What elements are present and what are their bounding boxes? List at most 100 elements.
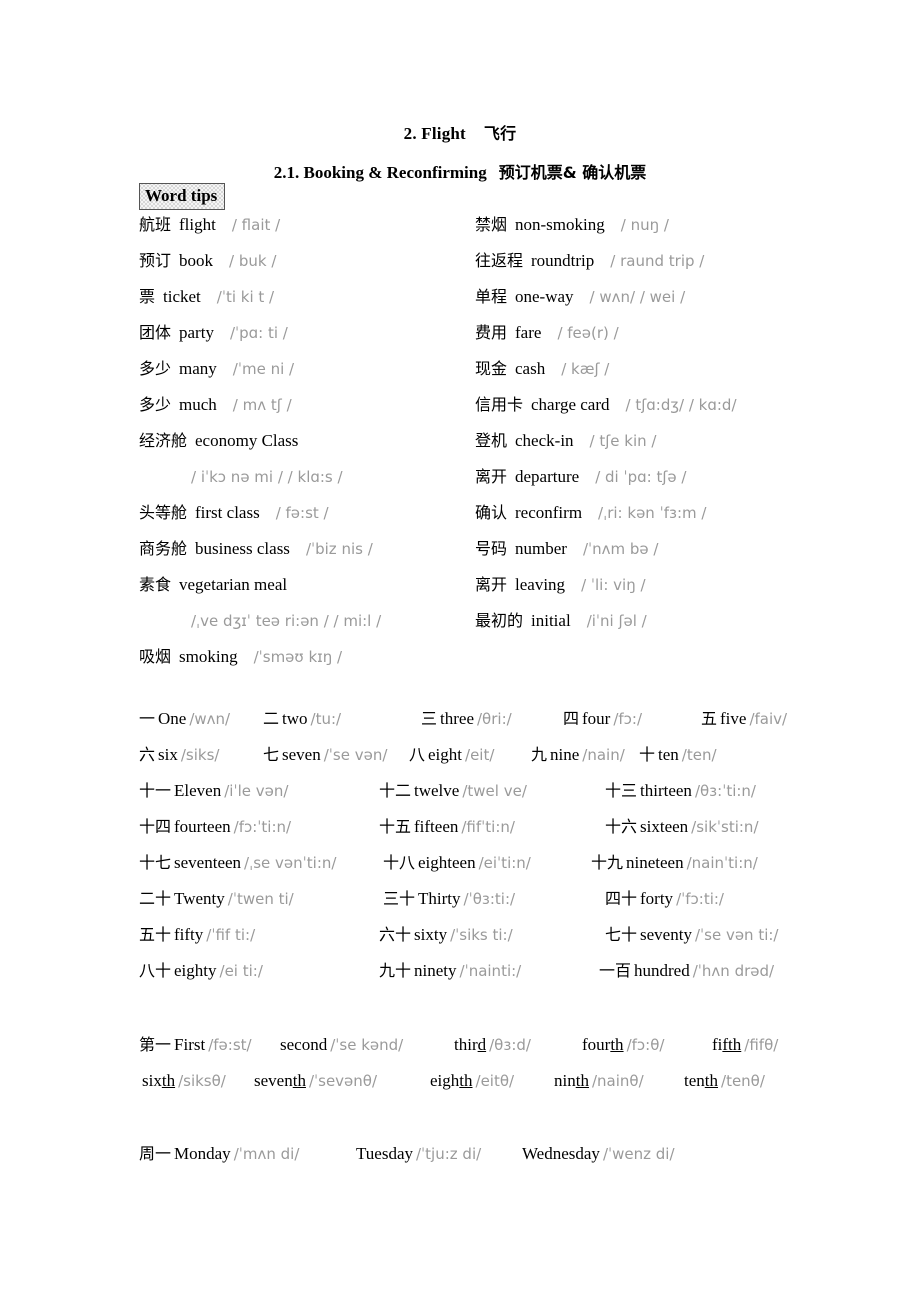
number-entry: 四 four/fɔ:/ [563, 706, 642, 733]
section-subtitle-en: 2.1. Booking & Reconfirming [273, 163, 487, 182]
number-phonetic: /ˈse vən ti:/ [694, 926, 779, 944]
ordinal-term-en: four [582, 1035, 611, 1054]
vocab-row: 商务舱 business class/ˈbiz nis / 号码 number/ˈnʌ… [139, 536, 839, 572]
page-title-en: 2. Flight [403, 124, 466, 143]
vocab-term-en: reconfirm [515, 503, 583, 522]
number-entry: 七 seven/ˈse vən/ [263, 742, 387, 769]
number-entry: 八十 eighty/ei ti:/ [139, 958, 263, 985]
number-term-en: five [720, 709, 747, 728]
section-subtitle-cn: 预订机票& 确认机票 [498, 163, 647, 182]
vocab-row: /ˌve dʒɪˈ teə ri:ən / / mi:l / 最初的 initial… [139, 608, 839, 644]
ordinal-entry: fifth/fifθ/ [709, 1032, 778, 1059]
vocab-term-cn: 号码 [475, 539, 508, 558]
vocab-term-cn: 团体 [139, 323, 172, 342]
number-phonetic: /θri:/ [477, 710, 512, 728]
vocab-term-en: check-in [515, 431, 574, 450]
vocab-row: 头等舱 first class / fə:st / 确认 reconfirm/ˌri: … [139, 500, 839, 536]
vocab-term-cn: 登机 [475, 431, 508, 450]
number-entry: 三十 Thirty/ˈθɜ:ti:/ [383, 886, 515, 913]
ordinal-entry: tenth/tenθ/ [681, 1068, 765, 1095]
number-phonetic: /faiv/ [749, 710, 788, 728]
vocab-term-cn: 信用卡 [475, 395, 524, 414]
vocab-phonetic: / iˈkɔ nə mi / / klɑ:s / [191, 468, 343, 486]
vocab-term-cn: 往返程 [475, 251, 524, 270]
number-term-cn: 八十 [139, 961, 172, 980]
vocab-term-en: departure [515, 467, 580, 486]
vocab-term-cn: 禁烟 [475, 215, 508, 234]
vocab-entry-left: 素食 vegetarian meal [139, 572, 287, 598]
vocab-term-en: party [179, 323, 214, 342]
vocab-entry-right: 离开 leaving / ˈli: viŋ / [475, 572, 646, 598]
ordinal-term-en: ten [684, 1071, 705, 1090]
document-page: 2. Flight 飞行 2.1. Booking & Reconfirming 预… [0, 0, 920, 1302]
numbers-row: 十四 fourteen/fɔ:ˈti:n/十五 fifteen/fifˈti:n/十… [139, 814, 839, 850]
number-entry: 五十 fifty/ˈfif ti:/ [139, 922, 255, 949]
vocab-row: 吸烟 smoking/ˈsməʊ kɪŋ / [139, 644, 839, 680]
vocab-entry-right: 确认 reconfirm/ˌri: kən ˈfɜ:m / [475, 500, 706, 526]
vocab-phonetic: / tʃe kin / [589, 432, 657, 450]
number-phonetic: /ten/ [681, 746, 717, 764]
number-phonetic: /iˈle vən/ [224, 782, 289, 800]
vocab-phonetic: / nuŋ / [620, 216, 669, 234]
number-term-cn: 一百 [599, 961, 632, 980]
vocab-entry-left: 预订 book / buk / [139, 248, 276, 274]
page-title-cn: 飞行 [483, 124, 517, 143]
ordinal-term-en: seven [254, 1071, 293, 1090]
ordinal-term-en: First [174, 1035, 206, 1054]
vocab-term-cn: 票 [139, 287, 156, 306]
ordinal-phonetic: /fɔ:θ/ [626, 1036, 665, 1054]
number-term-cn: 三十 [383, 889, 416, 908]
ordinal-phonetic: /ˈsevənθ/ [308, 1072, 378, 1090]
number-entry: 十四 fourteen/fɔ:ˈti:n/ [139, 814, 291, 841]
vocab-term-en: non-smoking [515, 215, 605, 234]
vocab-term-en: fare [515, 323, 542, 342]
number-term-cn: 九十 [379, 961, 412, 980]
number-term-en: fifty [174, 925, 204, 944]
vocab-term-cn: 离开 [475, 575, 508, 594]
number-entry: 八 eight/eit/ [409, 742, 494, 769]
number-term-cn: 八 [409, 745, 426, 764]
number-phonetic: /wʌn/ [189, 710, 231, 728]
vocabulary-table: 航班 flight / flait / 禁烟 non-smoking / nuŋ / 预订 b… [139, 212, 839, 680]
numbers-row: 五十 fifty/ˈfif ti:/ 六十 sixty/ˈsiks ti:/ 七十 sev… [139, 922, 839, 958]
ordinal-entry: sixth/siksθ/ [139, 1068, 226, 1095]
vocab-entry-right: 离开 departure / di ˈpɑ: tʃə / [475, 464, 686, 490]
vocab-term-cn: 多少 [139, 395, 172, 414]
vocab-row: 票 ticket/ˈti ki t / 单程 one-way / wʌn/ / wei … [139, 284, 839, 320]
vocab-term-en: first class [195, 503, 260, 522]
number-entry: 一百 hundred/ˈhʌn drəd/ [599, 958, 774, 985]
number-phonetic: /fɔ:/ [613, 710, 643, 728]
numbers-row: 十七 seventeen/ˌse vənˈti:n/十八 eighteen/eiˈt… [139, 850, 839, 886]
ordinal-term-en: second [280, 1035, 328, 1054]
vocab-phonetic: / kæʃ / [561, 360, 610, 378]
vocab-term-cn: 素食 [139, 575, 172, 594]
vocab-entry-left: 多少 many/ˈme ni / [139, 356, 294, 382]
number-entry: 十七 seventeen/ˌse vənˈti:n/ [139, 850, 336, 877]
ordinal-term-en: fi [712, 1035, 723, 1054]
ordinal-term-en: six [142, 1071, 162, 1090]
number-entry: 六 six/siks/ [139, 742, 219, 769]
number-phonetic: /ˈfif ti:/ [206, 926, 256, 944]
number-term-en: two [282, 709, 308, 728]
weekday-term-en: Monday [174, 1144, 231, 1163]
vocab-phonetic: /ˈti ki t / [216, 288, 275, 306]
number-term-cn: 十六 [605, 817, 638, 836]
section-subtitle: 2.1. Booking & Reconfirming 预订机票& 确认机票 [0, 159, 920, 183]
weekday-term-cn: 周一 [139, 1144, 172, 1163]
number-term-cn: 十二 [379, 781, 412, 800]
number-term-cn: 六十 [379, 925, 412, 944]
vocab-phonetic: /ˌri: kən ˈfɜ:m / [598, 504, 707, 522]
ordinal-phonetic: /eitθ/ [475, 1072, 515, 1090]
vocab-term-en: number [515, 539, 567, 558]
vocab-entry-right: 往返程 roundtrip / raund trip / [475, 248, 704, 274]
number-term-cn: 四 [563, 709, 580, 728]
ordinal-term-suffix: th [704, 1071, 719, 1090]
ordinal-phonetic: /siksθ/ [178, 1072, 226, 1090]
weekday-term-en: Tuesday [356, 1144, 413, 1163]
numbers-list: 一 One/wʌn/二 two/tu:/ 三 three/θri:/ 四 four/fɔ:/… [139, 706, 839, 994]
vocab-term-cn: 预订 [139, 251, 172, 270]
vocab-phonetic: / buk / [229, 252, 277, 270]
number-entry: 七十 seventy/ˈse vən ti:/ [605, 922, 778, 949]
ordinals-list: 第一 First/fə:st/second/ˈse kənd/third/θɜ:d… [139, 1032, 839, 1104]
vocab-term-cn: 离开 [475, 467, 508, 486]
